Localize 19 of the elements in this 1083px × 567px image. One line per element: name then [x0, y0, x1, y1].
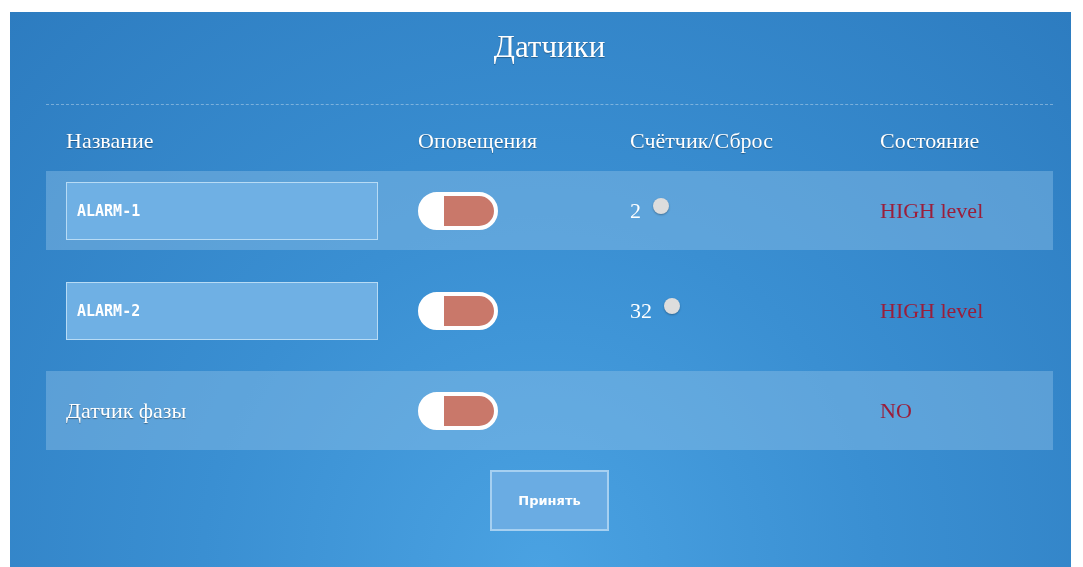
column-header: Счётчик/Сброс [630, 128, 774, 154]
sensor-name: Датчик фазы [66, 397, 187, 423]
counter-value: 2 [630, 197, 641, 224]
status-text: NO [880, 397, 912, 423]
status-text: HIGH level [880, 297, 984, 323]
notification-toggle[interactable] [418, 191, 498, 230]
reset-radio[interactable] [664, 297, 680, 314]
notification-toggle[interactable] [418, 291, 498, 330]
notification-toggle[interactable] [418, 391, 498, 430]
name-field[interactable]: ALARM-2 [66, 281, 378, 340]
column-header: Оповещения [418, 128, 539, 154]
name-field[interactable]: ALARM-1 [66, 181, 378, 240]
status-text: HIGH level [880, 197, 984, 223]
column-header: Состояние [880, 128, 981, 154]
counter-value: 32 [630, 297, 652, 324]
accept-button[interactable]: Принять [490, 470, 609, 531]
reset-radio[interactable] [653, 197, 669, 214]
column-header: Название [66, 128, 155, 154]
panel-title: Датчики [492, 28, 607, 66]
